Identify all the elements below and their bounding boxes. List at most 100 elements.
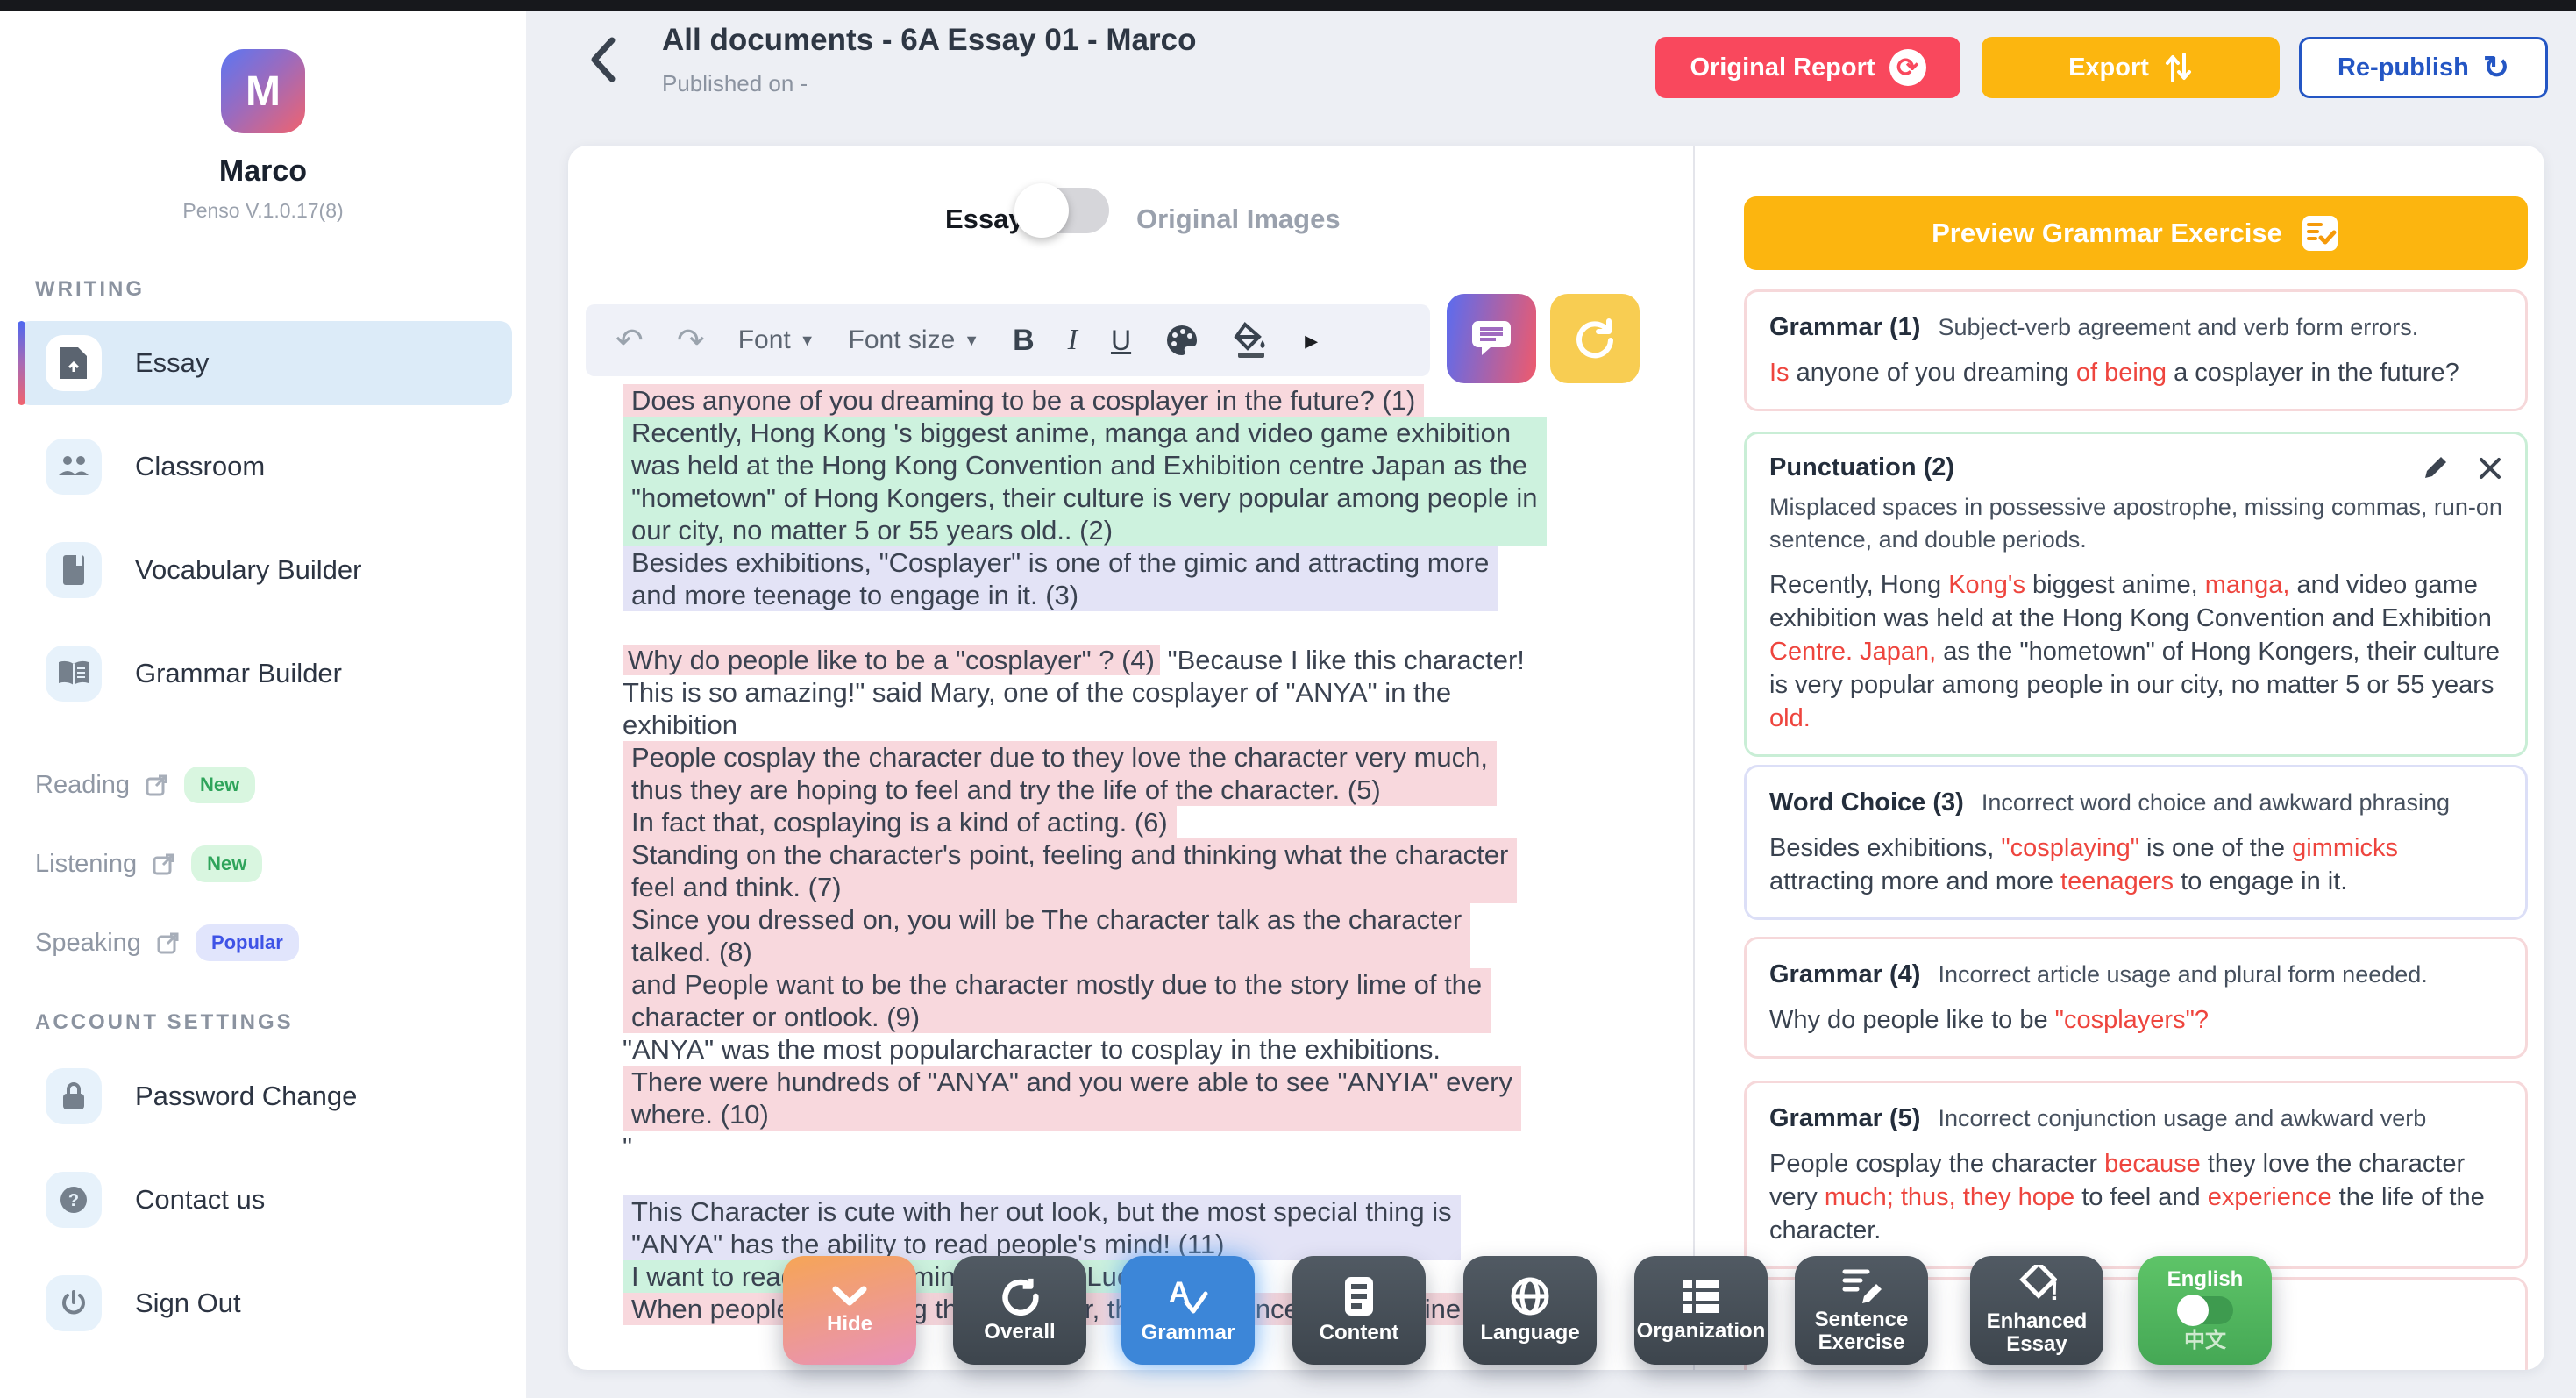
sidebar-item-contact-us[interactable]: ? Contact us bbox=[18, 1158, 512, 1242]
link-label: Reading bbox=[35, 771, 130, 800]
republish-refresh-icon: ↻ bbox=[2483, 49, 2509, 86]
font-size-dropdown[interactable]: Font size▼ bbox=[849, 325, 980, 355]
dock-hide-button[interactable]: Hide bbox=[783, 1256, 916, 1365]
notebook-icon bbox=[46, 542, 102, 598]
people-icon bbox=[46, 439, 102, 495]
original-report-button[interactable]: Original Report ⟳ bbox=[1655, 37, 1960, 98]
preview-grammar-exercise-label: Preview Grammar Exercise bbox=[1932, 218, 2282, 249]
sentence-exercise-icon bbox=[1841, 1266, 1882, 1303]
export-button[interactable]: Export bbox=[1982, 37, 2280, 98]
sidebar-link-reading[interactable]: Reading New bbox=[35, 767, 526, 803]
top-black-bar bbox=[0, 0, 2576, 11]
open-book-icon bbox=[46, 646, 102, 702]
lock-icon bbox=[46, 1068, 102, 1124]
user-name: Marco bbox=[0, 154, 526, 189]
panel-divider bbox=[1693, 146, 1695, 1370]
sidebar-item-label: Password Change bbox=[135, 1081, 357, 1112]
dock-button-label: Sentence Exercise bbox=[1795, 1309, 1928, 1354]
svg-text:!: ! bbox=[2050, 1277, 2057, 1305]
italic-button[interactable]: I bbox=[1068, 324, 1078, 357]
sidebar-item-sign-out[interactable]: Sign Out bbox=[18, 1261, 512, 1345]
avatar: M bbox=[221, 49, 305, 133]
sidebar-item-grammar-builder[interactable]: Grammar Builder bbox=[18, 631, 512, 716]
essay-paragraph: Does anyone of you dreaming to be a cosp… bbox=[623, 384, 1424, 417]
essay-paragraph: Standing on the character's point, feeli… bbox=[623, 838, 1517, 903]
svg-text:?: ? bbox=[68, 1191, 79, 1210]
card-correction-text: Why do people like to be "cosplayers"? bbox=[1769, 1003, 2502, 1037]
dock-button-label: Organization bbox=[1637, 1320, 1766, 1343]
sidebar-item-label: Sign Out bbox=[135, 1287, 241, 1319]
essay-editor[interactable]: Does anyone of you dreaming to be a cosp… bbox=[623, 384, 1666, 1325]
page-title: All documents - 6A Essay 01 - Marco bbox=[662, 23, 1196, 58]
back-button[interactable] bbox=[586, 35, 621, 84]
power-icon bbox=[46, 1275, 102, 1331]
essay-paragraph: Since you dressed on, you will be The ch… bbox=[623, 903, 1470, 968]
sidebar-item-vocabulary-builder[interactable]: Vocabulary Builder bbox=[18, 528, 512, 612]
dock-content-button[interactable]: Content bbox=[1292, 1256, 1426, 1365]
english-chinese-toggle[interactable] bbox=[2177, 1296, 2233, 1324]
dock-button-label: Content bbox=[1320, 1322, 1399, 1345]
preview-grammar-exercise-button[interactable]: Preview Grammar Exercise bbox=[1744, 196, 2528, 270]
dock-language-button[interactable]: Language bbox=[1463, 1256, 1597, 1365]
close-icon[interactable] bbox=[2478, 456, 2502, 481]
dock-sentence-exercise-button[interactable]: Sentence Exercise bbox=[1795, 1256, 1928, 1365]
card-type: Grammar (4) bbox=[1769, 960, 1920, 989]
feedback-card-grammar-4[interactable]: Grammar (4) Incorrect article usage and … bbox=[1744, 937, 2528, 1059]
comment-button[interactable] bbox=[1447, 294, 1536, 383]
essay-images-toggle[interactable] bbox=[1020, 188, 1109, 233]
sidebar-item-password-change[interactable]: Password Change bbox=[18, 1054, 512, 1138]
refresh-button[interactable] bbox=[1550, 294, 1640, 383]
republish-label: Re-publish bbox=[2338, 53, 2469, 82]
feedback-card-grammar-1[interactable]: Grammar (1) Subject-verb agreement and v… bbox=[1744, 289, 2528, 411]
republish-button[interactable]: Re-publish ↻ bbox=[2299, 37, 2548, 98]
essay-paragraph: and People want to be the character most… bbox=[623, 968, 1491, 1033]
chevron-down-icon bbox=[830, 1285, 869, 1308]
toolbar-expand-arrow[interactable]: ▸ bbox=[1305, 325, 1318, 356]
dock-enhanced-essay-button[interactable]: ! Enhanced Essay bbox=[1970, 1256, 2103, 1365]
enhanced-essay-icon: ! bbox=[2017, 1265, 2057, 1305]
link-label: Listening bbox=[35, 850, 137, 879]
essay-paragraph: " bbox=[623, 1131, 1666, 1163]
sidebar-link-speaking[interactable]: Speaking Popular bbox=[35, 924, 526, 961]
fill-color-button[interactable] bbox=[1233, 321, 1271, 360]
essay-paragraph: This Character is cute with her out look… bbox=[623, 1195, 1461, 1260]
text-color-button[interactable] bbox=[1164, 323, 1199, 358]
dock-language-toggle-button[interactable]: English 中文 bbox=[2138, 1256, 2272, 1365]
dock-button-label: Overall bbox=[984, 1321, 1055, 1344]
card-description: Incorrect word choice and awkward phrasi… bbox=[1982, 787, 2450, 819]
bold-button[interactable]: B bbox=[1013, 324, 1035, 358]
feedback-card-punctuation-2[interactable]: Punctuation (2) Misplaced spaces in poss… bbox=[1744, 432, 2528, 757]
dock-overall-button[interactable]: Overall bbox=[953, 1256, 1086, 1365]
underline-button[interactable]: U bbox=[1111, 325, 1131, 357]
font-dropdown[interactable]: Font▼ bbox=[738, 325, 815, 355]
essay-blank-line bbox=[623, 611, 1666, 644]
app-version: Penso V.1.0.17(8) bbox=[0, 199, 526, 223]
sidebar-item-classroom[interactable]: Classroom bbox=[18, 424, 512, 509]
essay-paragraph: People cosplay the character due to they… bbox=[623, 741, 1497, 806]
sidebar-item-label: Classroom bbox=[135, 451, 265, 482]
report-sync-icon: ⟳ bbox=[1889, 49, 1926, 86]
dock-button-label: Language bbox=[1480, 1322, 1579, 1345]
essay-paragraph: Recently, Hong Kong 's biggest anime, ma… bbox=[623, 417, 1547, 546]
undo-button[interactable]: ↶ bbox=[616, 321, 644, 360]
redo-button[interactable]: ↷ bbox=[677, 321, 705, 360]
dock-organization-button[interactable]: Organization bbox=[1634, 1256, 1768, 1365]
content-doc-icon bbox=[1344, 1276, 1374, 1316]
card-correction-text: People cosplay the character because the… bbox=[1769, 1147, 2502, 1247]
essay-paragraph: Besides exhibitions, "Cosplayer" is one … bbox=[623, 546, 1498, 611]
chevron-down-icon: ▼ bbox=[964, 332, 979, 350]
card-description: Incorrect article usage and plural form … bbox=[1938, 959, 2427, 991]
paint-bucket-icon bbox=[1233, 321, 1271, 360]
feedback-card-grammar-5[interactable]: Grammar (5) Incorrect conjunction usage … bbox=[1744, 1081, 2528, 1269]
dock-grammar-button[interactable]: A Grammar bbox=[1121, 1256, 1255, 1365]
edit-pencil-icon[interactable] bbox=[2422, 455, 2448, 481]
card-description: Incorrect conjunction usage and awkward … bbox=[1938, 1102, 2426, 1135]
card-correction-text: Is anyone of you dreaming of being a cos… bbox=[1769, 356, 2502, 389]
essay-paragraph: "ANYA" was the most popularcharacter to … bbox=[623, 1033, 1666, 1066]
sidebar-item-essay[interactable]: Essay bbox=[18, 321, 512, 405]
card-correction-text: Recently, Hong Kong's biggest anime, man… bbox=[1769, 568, 2502, 735]
sidebar-link-listening[interactable]: Listening New bbox=[35, 845, 526, 882]
essay-paragraph: There were hundreds of "ANYA" and you we… bbox=[623, 1066, 1521, 1131]
feedback-card-word-choice-3[interactable]: Word Choice (3) Incorrect word choice an… bbox=[1744, 765, 2528, 920]
export-label: Export bbox=[2068, 53, 2149, 82]
